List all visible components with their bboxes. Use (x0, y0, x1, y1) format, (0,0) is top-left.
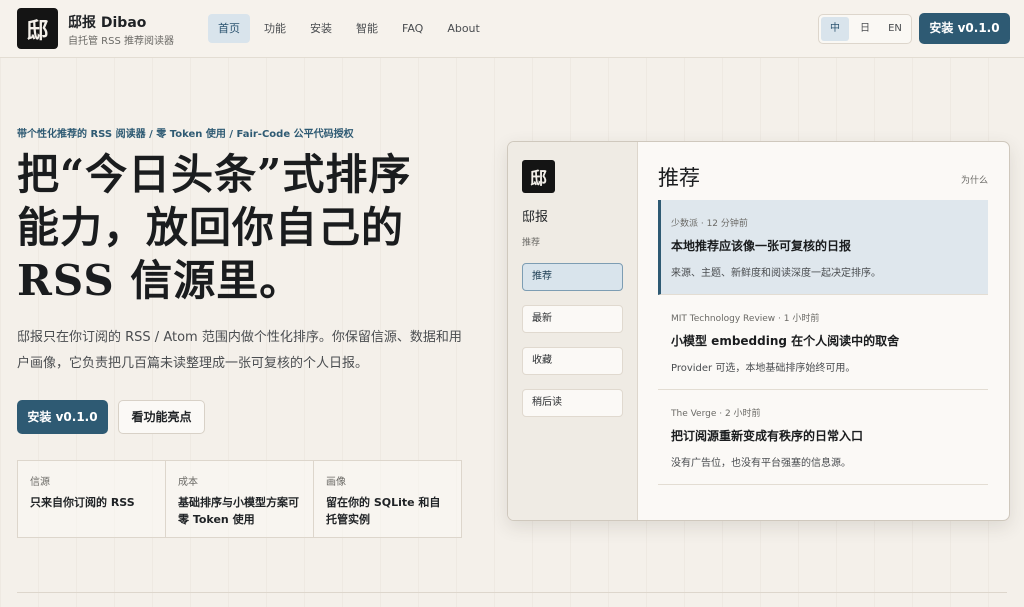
article-meta: MIT Technology Review · 1 小时前 (671, 314, 820, 324)
nav-item-install[interactable]: 安装 (300, 14, 342, 43)
feature-grid: 信源 只来自你订阅的 RSS 成本 基础排序与小模型方案可零 Token 使用 … (17, 460, 462, 538)
feature-label: 信源 (30, 477, 50, 488)
brand-logo[interactable]: 邸 (17, 8, 58, 49)
why-link[interactable]: 为什么 (961, 173, 988, 186)
feature-cell-cost: 成本 基础排序与小模型方案可零 Token 使用 (166, 461, 314, 537)
article-title[interactable]: 本地推荐应该像一张可复核的日报 (671, 237, 975, 254)
article-summary: Provider 可选，本地基础排序始终可用。 (671, 363, 856, 374)
view-features-button[interactable]: 看功能亮点 (118, 400, 205, 434)
sidebar-item-recommended[interactable]: 推荐 (522, 263, 623, 291)
article-title[interactable]: 小模型 embedding 在个人阅读中的取舍 (671, 332, 975, 349)
feature-value: 基础排序与小模型方案可零 Token 使用 (178, 496, 299, 526)
sidebar-item-latest[interactable]: 最新 (522, 305, 623, 333)
nav-item-home[interactable]: 首页 (208, 14, 250, 43)
hero-headline: 把“今日头条”式排序 能力，放回你自己的 RSS 信源里。 (17, 148, 487, 307)
article-card[interactable]: MIT Technology Review · 1 小时前 小模型 embedd… (658, 295, 988, 390)
article-summary: 来源、主题、新鲜度和阅读深度一起决定排序。 (671, 268, 881, 279)
main-nav: 首页 功能 安装 智能 FAQ About (208, 14, 490, 43)
feature-label: 成本 (178, 477, 198, 488)
app-preview: 邸 邸报 推荐 推荐 最新 收藏 稍后读 推荐 为什么 少数派 · 12 分钟前… (507, 141, 1010, 521)
nav-item-faq[interactable]: FAQ (392, 14, 433, 43)
lang-en-button[interactable]: EN (881, 17, 909, 41)
article-card[interactable]: 少数派 · 12 分钟前 本地推荐应该像一张可复核的日报 来源、主题、新鲜度和阅… (658, 200, 988, 295)
language-switcher: 中 日 EN (818, 14, 912, 44)
article-meta: 少数派 · 12 分钟前 (671, 219, 748, 229)
feature-label: 画像 (326, 477, 346, 488)
preview-logo: 邸 (522, 160, 555, 193)
article-meta: The Verge · 2 小时前 (671, 409, 761, 419)
feature-value: 留在你的 SQLite 和自托管实例 (326, 496, 441, 526)
feature-cell-source: 信源 只来自你订阅的 RSS (18, 461, 166, 537)
nav-item-about[interactable]: About (437, 14, 490, 43)
hero-eyebrow: 带个性化推荐的 RSS 阅读器 / 零 Token 使用 / Fair-Code… (17, 129, 354, 140)
article-card[interactable]: The Verge · 2 小时前 把订阅源重新变成有秩序的日常入口 没有广告位… (658, 390, 988, 485)
headline-line-3: RSS 信源里。 (17, 256, 303, 305)
feature-value: 只来自你订阅的 RSS (30, 496, 135, 509)
preview-app-name: 邸报 (522, 210, 549, 225)
preview-title: 推荐 (658, 166, 700, 190)
section-divider (17, 592, 1007, 593)
preview-main: 推荐 为什么 少数派 · 12 分钟前 本地推荐应该像一张可复核的日报 来源、主… (638, 142, 1009, 520)
article-title[interactable]: 把订阅源重新变成有秩序的日常入口 (671, 427, 975, 444)
install-button[interactable]: 安装 v0.1.0 (17, 400, 108, 434)
hero-description: 邸报只在你订阅的 RSS / Atom 范围内做个性化排序。你保留信源、数据和用… (17, 330, 462, 371)
brand-name[interactable]: 邸报 Dibao (68, 12, 146, 32)
sidebar-item-read-later[interactable]: 稍后读 (522, 389, 623, 417)
nav-item-intelligence[interactable]: 智能 (346, 14, 388, 43)
nav-item-features[interactable]: 功能 (254, 14, 296, 43)
lang-ja-button[interactable]: 日 (851, 17, 879, 41)
preview-section-label: 推荐 (522, 238, 541, 248)
article-summary: 没有广告位，也没有平台强塞的信息源。 (671, 458, 851, 469)
headline-line-1: 把“今日头条”式排序 (17, 150, 412, 199)
preview-sidebar: 邸 邸报 推荐 推荐 最新 收藏 稍后读 (508, 142, 638, 520)
header-install-button[interactable]: 安装 v0.1.0 (919, 13, 1010, 44)
site-header: 邸 邸报 Dibao 自托管 RSS 推荐阅读器 首页 功能 安装 智能 FAQ… (0, 0, 1024, 58)
feature-cell-profile: 画像 留在你的 SQLite 和自托管实例 (314, 461, 461, 537)
headline-line-2: 能力，放回你自己的 (17, 203, 405, 252)
brand-tagline: 自托管 RSS 推荐阅读器 (68, 36, 175, 47)
sidebar-item-favorites[interactable]: 收藏 (522, 347, 623, 375)
lang-zh-button[interactable]: 中 (821, 17, 849, 41)
